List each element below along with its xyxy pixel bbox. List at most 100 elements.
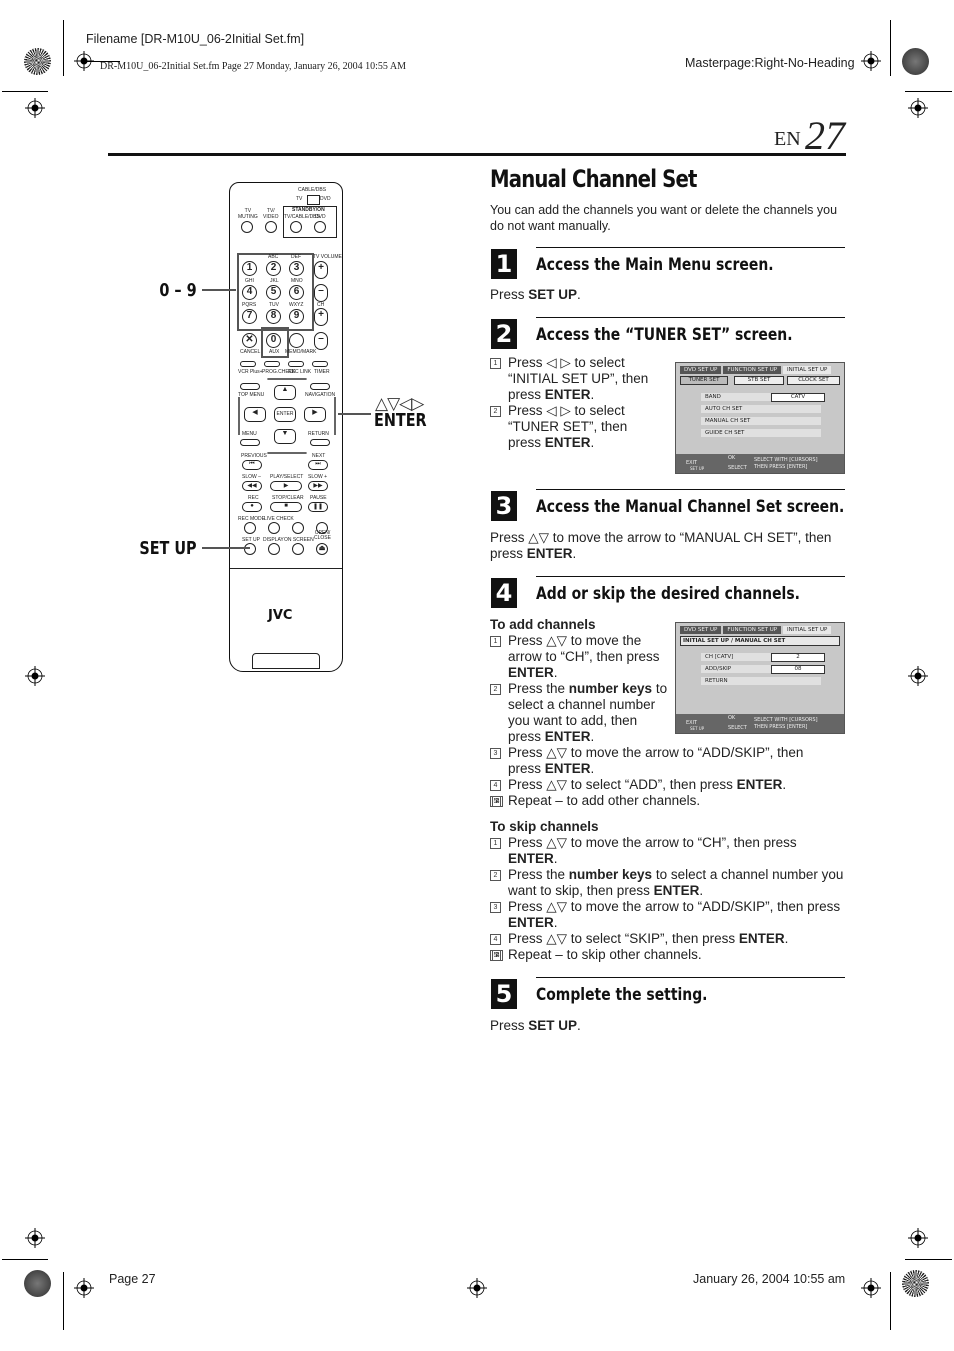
remote-label: TV/ VIDEO: [263, 208, 279, 220]
osd-tab-active: INITIAL SET UP: [783, 366, 832, 374]
step-rule: [536, 977, 845, 978]
display-button: [268, 543, 280, 555]
registration-target-icon: [861, 51, 881, 71]
osd-select-label: SELECT: [728, 465, 747, 471]
list-item: 3 Press △▽ to move the arrow to “ADD/SKIP…: [490, 745, 840, 777]
channel-down-button: –: [314, 332, 328, 350]
step-rule: [536, 317, 845, 318]
osd-tab-active: INITIAL SET UP: [783, 626, 832, 634]
registration-target-icon: [25, 666, 45, 686]
text: Press △▽ to move the arrow to “CH”, then…: [508, 633, 660, 664]
callout-line: [202, 289, 236, 291]
previous-button: ⏮: [242, 460, 262, 470]
osd-row: RETURN: [701, 677, 821, 685]
step-text: Press SET UP.: [490, 1018, 581, 1034]
crop-line: [905, 1259, 952, 1260]
item-number: 2: [490, 870, 501, 881]
list-item: 2 Press the number keys to select a chann…: [490, 867, 845, 899]
list-item: 5 Repeat 2 – 4 to skip other channels.: [490, 947, 845, 963]
gray-dot-mark-icon: [24, 1270, 51, 1297]
play-button: ▶: [270, 481, 302, 491]
remote-label: VCR Plus+: [238, 369, 263, 375]
number-key-5: 5: [266, 285, 281, 300]
rec-link-button: [288, 361, 304, 367]
remote-label: TUV: [269, 302, 279, 308]
item-number: 1: [490, 636, 501, 647]
remote-label: STOP/CLEAR: [272, 495, 304, 501]
key-name: ENTER: [544, 387, 591, 402]
number-key-9: 9: [289, 309, 304, 324]
registration-target-icon: [908, 1228, 928, 1248]
list-item: 2 Press the number keys to select a chann…: [490, 681, 670, 745]
language-code: EN: [774, 128, 801, 150]
filename-label: Filename [DR-M10U_06-2Initial Set.fm]: [86, 32, 305, 46]
crop-line: [2, 91, 48, 92]
list-item: 4 Press △▽ to select “SKIP”, then press E…: [490, 931, 845, 947]
vcr-plus-button: [240, 361, 256, 367]
step-title: Add or skip the desired channels.: [536, 584, 800, 604]
header-rule: [108, 153, 846, 156]
key-name: ENTER: [653, 883, 700, 898]
remote-label: PAUSE: [310, 495, 327, 501]
memo-mark-button: [289, 333, 304, 348]
skip-channels-list: 1 Press △▽ to move the arrow to “CH”, the…: [490, 835, 845, 963]
return-button: [310, 439, 330, 446]
item-number: 2: [490, 684, 501, 695]
slow-reverse-button: ◀◀: [242, 481, 262, 491]
text: Press △▽ to select “ADD”, then press: [508, 777, 737, 792]
top-menu-button: [240, 383, 260, 390]
text: .: [699, 883, 704, 898]
right-arrow-button: ▶: [304, 407, 326, 422]
key-name: number keys: [568, 867, 653, 882]
step-rule: [536, 576, 845, 577]
step-list: 1 Press ◁ ▷ to select “INITIAL SET UP”, t…: [490, 355, 662, 451]
item-number: 3: [490, 748, 501, 759]
key-name: ENTER: [508, 915, 554, 930]
add-channels-list-a: 1 Press △▽ to move the arrow to “CH”, the…: [490, 633, 670, 745]
remote-label: MENU: [242, 431, 257, 437]
tv-muting-button: [241, 221, 253, 233]
step-number: 5: [491, 979, 517, 1009]
remote-label: RETURN: [308, 431, 329, 437]
remote-label: SLOW –: [242, 474, 261, 480]
dvd-power-button: [314, 221, 326, 233]
number-key-1: 1: [242, 261, 257, 276]
footer-page-label: Page 27: [109, 1272, 156, 1286]
key-name: ENTER: [526, 546, 573, 561]
gray-dot-mark-icon: [902, 48, 929, 75]
volume-up-button: +: [314, 261, 328, 279]
callout-setup: SET UP: [139, 538, 197, 559]
skip-back-button: [292, 522, 304, 534]
remote-label: DEF: [291, 254, 301, 260]
text: .: [577, 1018, 581, 1033]
osd-row: AUTO CH SET: [701, 405, 821, 413]
remote-label: REC: [248, 495, 259, 501]
remote-label: REC MODE: [238, 516, 265, 522]
remote-label: PREVIOUS: [241, 453, 267, 459]
list-item: 1 Press △▽ to move the arrow to “CH”, the…: [490, 633, 670, 681]
remote-label: JKL: [270, 278, 279, 284]
crop-line: [890, 20, 891, 76]
step-text: Press SET UP.: [490, 287, 581, 303]
osd-tab: FUNCTION SET UP: [723, 626, 782, 634]
text: .: [553, 915, 558, 930]
add-channels-heading: To add channels: [490, 617, 596, 632]
osd-tab: DVD SET UP: [680, 366, 722, 374]
remote-label: TV VOLUME: [313, 254, 342, 260]
step-number: 2: [491, 319, 517, 349]
text: Press △▽ to select “SKIP”, then press: [508, 931, 739, 946]
registration-target-icon: [25, 1228, 45, 1248]
osd-subtab: CLOCK SET: [787, 376, 840, 385]
registration-target-icon: [861, 1278, 881, 1298]
remote-label: PQRS: [242, 302, 257, 308]
remote-label: CANCEL: [240, 349, 261, 355]
osd-tab: FUNCTION SET UP: [723, 366, 782, 374]
remote-label: MNO: [291, 278, 303, 284]
list-item: 3 Press △▽ to move the arrow to “ADD/SKIP…: [490, 899, 845, 931]
osd-tabs: DVD SET UP FUNCTION SET UP INITIAL SET U…: [680, 366, 832, 374]
step-title: Complete the setting.: [536, 985, 708, 1005]
key-name: ENTER: [736, 777, 783, 792]
step-title: Access the Manual Channel Set screen.: [536, 497, 845, 517]
item-number: 2: [490, 406, 501, 417]
text: to skip other channels.: [566, 947, 702, 962]
